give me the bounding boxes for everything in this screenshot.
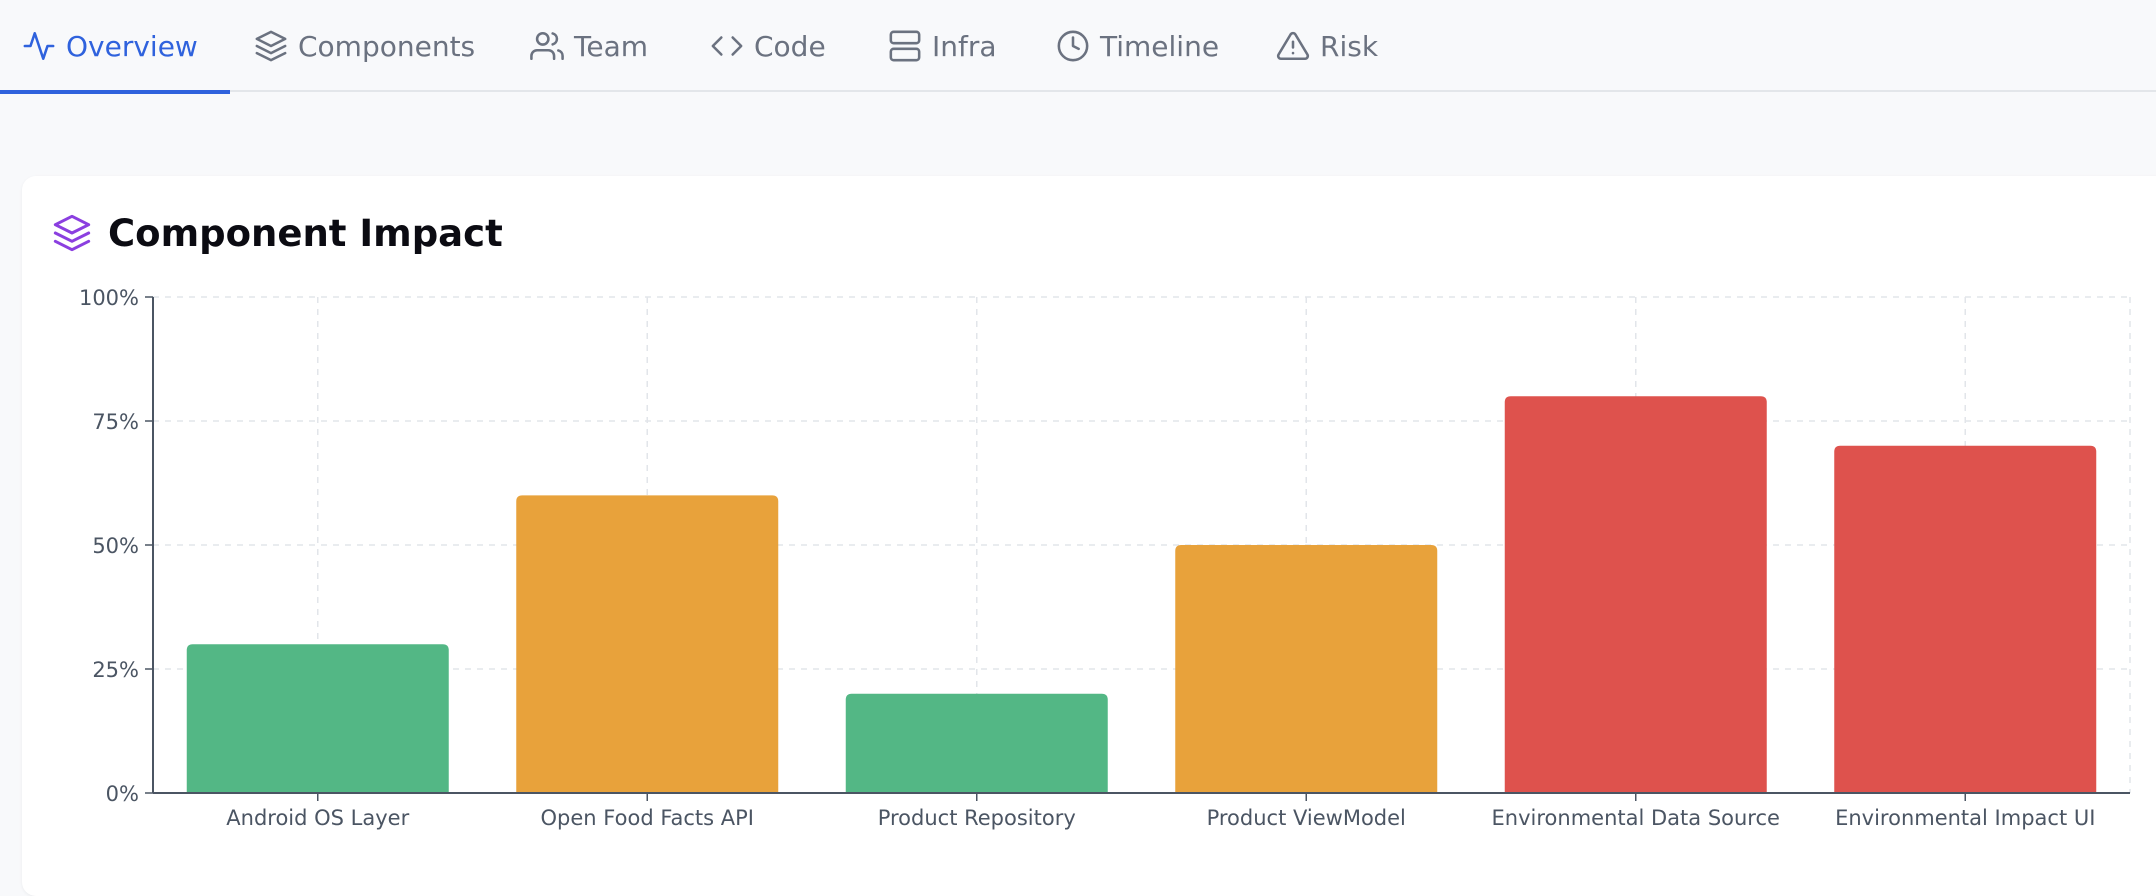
bar-product-viewmodel [1175, 545, 1438, 793]
y-tick-label: 100% [79, 286, 139, 310]
x-tick-label: Product ViewModel [1207, 806, 1406, 830]
bar-environmental-data-source [1504, 396, 1767, 793]
bar-environmental-impact-ui [1834, 445, 2097, 793]
y-tick-label: 25% [92, 658, 139, 682]
x-tick-label: Open Food Facts API [541, 806, 754, 830]
y-tick-label: 50% [92, 534, 139, 558]
bar-product-repository [845, 693, 1108, 793]
x-tick-label: Android OS Layer [226, 806, 409, 830]
y-tick-label: 0% [106, 782, 139, 806]
x-tick-label: Environmental Impact UI [1835, 806, 2095, 830]
impact-bar-chart: 0% 25% 50% 75% 100% Android OS Layer Open Food… [79, 286, 2131, 830]
bar-android-os-layer [186, 644, 449, 793]
x-tick-label: Environmental Data Source [1492, 806, 1780, 830]
x-tick-label: Product Repository [878, 806, 1076, 830]
bar-open-food-facts-api [516, 495, 779, 793]
y-tick-label: 75% [92, 410, 139, 434]
